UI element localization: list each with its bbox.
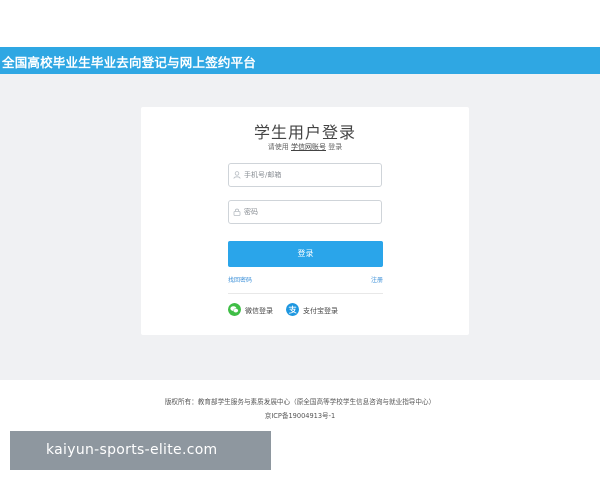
watermark-banner: kaiyun-sports-elite.com: [10, 431, 271, 470]
username-input[interactable]: [244, 164, 378, 186]
register-link[interactable]: 注册: [371, 275, 383, 284]
footer-icp: 京ICP备19004913号-1: [264, 412, 336, 420]
site-title: 全国高校毕业生毕业去向登记与网上签约平台: [2, 55, 257, 70]
watermark-text: kaiyun-sports-elite.com: [46, 442, 218, 458]
user-icon: [233, 171, 241, 179]
wechat-login-label: 微信登录: [245, 307, 273, 315]
login-title: 学生用户登录: [253, 123, 356, 142]
divider: [228, 293, 383, 294]
header-bar: 全国高校毕业生毕业去向登记与网上签约平台: [0, 47, 600, 74]
forgot-password-link[interactable]: 找回密码: [228, 275, 252, 284]
wechat-icon: [228, 303, 241, 316]
login-card: 学生用户登录 请使用 学信网账号 登录 登录 找回密码 注册 微信登录: [141, 107, 469, 335]
username-field[interactable]: [228, 163, 382, 187]
subtitle-suffix: 登录: [328, 143, 343, 151]
login-button[interactable]: 登录: [228, 241, 383, 267]
alipay-icon: [286, 303, 299, 316]
login-subtitle: 请使用 学信网账号 登录: [141, 142, 469, 152]
chsi-account-link[interactable]: 学信网账号: [291, 143, 326, 151]
password-field[interactable]: [228, 200, 382, 224]
subtitle-prefix: 请使用: [267, 143, 289, 151]
alipay-login-label: 支付宝登录: [303, 307, 338, 315]
password-input[interactable]: [244, 201, 378, 223]
footer-copyright: 版权所有：教育部学生服务与素质发展中心（原全国高等学校学生信息咨询与就业指导中心…: [164, 398, 436, 406]
lock-icon: [233, 208, 241, 216]
